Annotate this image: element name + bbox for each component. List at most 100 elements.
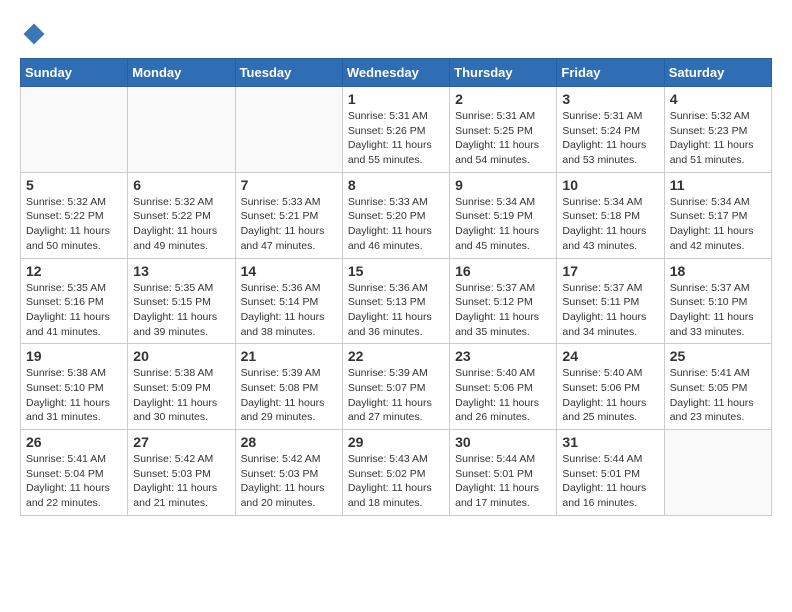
day-info: Sunrise: 5:43 AM Sunset: 5:02 PM Dayligh…	[348, 452, 444, 511]
calendar-table: SundayMondayTuesdayWednesdayThursdayFrid…	[20, 58, 772, 516]
day-info: Sunrise: 5:33 AM Sunset: 5:20 PM Dayligh…	[348, 195, 444, 254]
day-info: Sunrise: 5:31 AM Sunset: 5:25 PM Dayligh…	[455, 109, 551, 168]
calendar-cell: 16 Sunrise: 5:37 AM Sunset: 5:12 PM Dayli…	[450, 258, 557, 344]
day-info: Sunrise: 5:32 AM Sunset: 5:23 PM Dayligh…	[670, 109, 766, 168]
calendar-header-row: SundayMondayTuesdayWednesdayThursdayFrid…	[21, 59, 772, 87]
day-number: 15	[348, 263, 444, 279]
calendar-cell: 4 Sunrise: 5:32 AM Sunset: 5:23 PM Daylig…	[664, 87, 771, 173]
calendar-cell: 20 Sunrise: 5:38 AM Sunset: 5:09 PM Dayli…	[128, 344, 235, 430]
calendar-cell	[664, 430, 771, 516]
calendar-cell: 8 Sunrise: 5:33 AM Sunset: 5:20 PM Daylig…	[342, 172, 449, 258]
calendar-week-5: 26 Sunrise: 5:41 AM Sunset: 5:04 PM Dayli…	[21, 430, 772, 516]
day-info: Sunrise: 5:34 AM Sunset: 5:18 PM Dayligh…	[562, 195, 658, 254]
calendar-week-1: 1 Sunrise: 5:31 AM Sunset: 5:26 PM Daylig…	[21, 87, 772, 173]
day-info: Sunrise: 5:34 AM Sunset: 5:17 PM Dayligh…	[670, 195, 766, 254]
calendar-header-monday: Monday	[128, 59, 235, 87]
day-number: 27	[133, 434, 229, 450]
calendar-cell: 18 Sunrise: 5:37 AM Sunset: 5:10 PM Dayli…	[664, 258, 771, 344]
calendar-cell: 11 Sunrise: 5:34 AM Sunset: 5:17 PM Dayli…	[664, 172, 771, 258]
day-number: 25	[670, 348, 766, 364]
day-info: Sunrise: 5:36 AM Sunset: 5:13 PM Dayligh…	[348, 281, 444, 340]
day-number: 7	[241, 177, 337, 193]
calendar-cell: 17Sunrise: 5:37 AM Sunset: 5:11 PM Dayli…	[557, 258, 664, 344]
day-info: Sunrise: 5:33 AM Sunset: 5:21 PM Dayligh…	[241, 195, 337, 254]
calendar-cell: 15 Sunrise: 5:36 AM Sunset: 5:13 PM Dayli…	[342, 258, 449, 344]
day-number: 29	[348, 434, 444, 450]
calendar-cell: 24 Sunrise: 5:40 AM Sunset: 5:06 PM Dayli…	[557, 344, 664, 430]
calendar-header-wednesday: Wednesday	[342, 59, 449, 87]
calendar-cell	[21, 87, 128, 173]
day-number: 16	[455, 263, 551, 279]
calendar-cell: 14Sunrise: 5:36 AM Sunset: 5:14 PM Dayli…	[235, 258, 342, 344]
calendar-cell: 28 Sunrise: 5:42 AM Sunset: 5:03 PM Dayli…	[235, 430, 342, 516]
day-info: Sunrise: 5:39 AM Sunset: 5:08 PM Dayligh…	[241, 366, 337, 425]
day-info: Sunrise: 5:40 AM Sunset: 5:06 PM Dayligh…	[455, 366, 551, 425]
calendar-cell: 1 Sunrise: 5:31 AM Sunset: 5:26 PM Daylig…	[342, 87, 449, 173]
day-number: 1	[348, 91, 444, 107]
calendar-cell: 21 Sunrise: 5:39 AM Sunset: 5:08 PM Dayli…	[235, 344, 342, 430]
day-number: 13	[133, 263, 229, 279]
day-number: 28	[241, 434, 337, 450]
calendar-cell: 2 Sunrise: 5:31 AM Sunset: 5:25 PM Daylig…	[450, 87, 557, 173]
day-number: 2	[455, 91, 551, 107]
day-info: Sunrise: 5:38 AM Sunset: 5:09 PM Dayligh…	[133, 366, 229, 425]
day-number: 31	[562, 434, 658, 450]
day-number: 21	[241, 348, 337, 364]
calendar-cell: 26 Sunrise: 5:41 AM Sunset: 5:04 PM Dayli…	[21, 430, 128, 516]
calendar-cell: 22 Sunrise: 5:39 AM Sunset: 5:07 PM Dayli…	[342, 344, 449, 430]
calendar-cell: 3 Sunrise: 5:31 AM Sunset: 5:24 PM Daylig…	[557, 87, 664, 173]
calendar-week-2: 5Sunrise: 5:32 AM Sunset: 5:22 PM Daylig…	[21, 172, 772, 258]
calendar-cell: 30 Sunrise: 5:44 AM Sunset: 5:01 PM Dayli…	[450, 430, 557, 516]
day-number: 6	[133, 177, 229, 193]
calendar-cell: 5Sunrise: 5:32 AM Sunset: 5:22 PM Daylig…	[21, 172, 128, 258]
calendar-cell: 23Sunrise: 5:40 AM Sunset: 5:06 PM Dayli…	[450, 344, 557, 430]
day-number: 10	[562, 177, 658, 193]
day-info: Sunrise: 5:31 AM Sunset: 5:24 PM Dayligh…	[562, 109, 658, 168]
day-number: 20	[133, 348, 229, 364]
day-number: 22	[348, 348, 444, 364]
logo	[20, 20, 52, 48]
day-number: 5	[26, 177, 122, 193]
day-number: 12	[26, 263, 122, 279]
day-number: 9	[455, 177, 551, 193]
day-info: Sunrise: 5:41 AM Sunset: 5:05 PM Dayligh…	[670, 366, 766, 425]
day-info: Sunrise: 5:31 AM Sunset: 5:26 PM Dayligh…	[348, 109, 444, 168]
calendar-cell: 25 Sunrise: 5:41 AM Sunset: 5:05 PM Dayli…	[664, 344, 771, 430]
day-info: Sunrise: 5:44 AM Sunset: 5:01 PM Dayligh…	[562, 452, 658, 511]
day-number: 18	[670, 263, 766, 279]
day-info: Sunrise: 5:37 AM Sunset: 5:12 PM Dayligh…	[455, 281, 551, 340]
day-info: Sunrise: 5:42 AM Sunset: 5:03 PM Dayligh…	[133, 452, 229, 511]
calendar-cell: 9 Sunrise: 5:34 AM Sunset: 5:19 PM Daylig…	[450, 172, 557, 258]
calendar-week-3: 12 Sunrise: 5:35 AM Sunset: 5:16 PM Dayli…	[21, 258, 772, 344]
calendar-header-friday: Friday	[557, 59, 664, 87]
day-info: Sunrise: 5:34 AM Sunset: 5:19 PM Dayligh…	[455, 195, 551, 254]
day-number: 11	[670, 177, 766, 193]
calendar-cell: 7 Sunrise: 5:33 AM Sunset: 5:21 PM Daylig…	[235, 172, 342, 258]
day-info: Sunrise: 5:44 AM Sunset: 5:01 PM Dayligh…	[455, 452, 551, 511]
logo-icon	[20, 20, 48, 48]
day-number: 24	[562, 348, 658, 364]
calendar-cell: 19Sunrise: 5:38 AM Sunset: 5:10 PM Dayli…	[21, 344, 128, 430]
day-info: Sunrise: 5:42 AM Sunset: 5:03 PM Dayligh…	[241, 452, 337, 511]
day-number: 4	[670, 91, 766, 107]
calendar-header-tuesday: Tuesday	[235, 59, 342, 87]
calendar-cell: 29 Sunrise: 5:43 AM Sunset: 5:02 PM Dayli…	[342, 430, 449, 516]
day-number: 26	[26, 434, 122, 450]
day-info: Sunrise: 5:35 AM Sunset: 5:16 PM Dayligh…	[26, 281, 122, 340]
day-info: Sunrise: 5:39 AM Sunset: 5:07 PM Dayligh…	[348, 366, 444, 425]
calendar-cell	[128, 87, 235, 173]
day-info: Sunrise: 5:37 AM Sunset: 5:10 PM Dayligh…	[670, 281, 766, 340]
day-info: Sunrise: 5:41 AM Sunset: 5:04 PM Dayligh…	[26, 452, 122, 511]
calendar-header-thursday: Thursday	[450, 59, 557, 87]
day-info: Sunrise: 5:37 AM Sunset: 5:11 PM Dayligh…	[562, 281, 658, 340]
day-number: 8	[348, 177, 444, 193]
day-info: Sunrise: 5:38 AM Sunset: 5:10 PM Dayligh…	[26, 366, 122, 425]
page-header	[20, 20, 772, 48]
calendar-cell: 27 Sunrise: 5:42 AM Sunset: 5:03 PM Dayli…	[128, 430, 235, 516]
day-info: Sunrise: 5:40 AM Sunset: 5:06 PM Dayligh…	[562, 366, 658, 425]
calendar-cell: 6Sunrise: 5:32 AM Sunset: 5:22 PM Daylig…	[128, 172, 235, 258]
day-number: 3	[562, 91, 658, 107]
day-number: 30	[455, 434, 551, 450]
calendar-week-4: 19Sunrise: 5:38 AM Sunset: 5:10 PM Dayli…	[21, 344, 772, 430]
day-info: Sunrise: 5:35 AM Sunset: 5:15 PM Dayligh…	[133, 281, 229, 340]
